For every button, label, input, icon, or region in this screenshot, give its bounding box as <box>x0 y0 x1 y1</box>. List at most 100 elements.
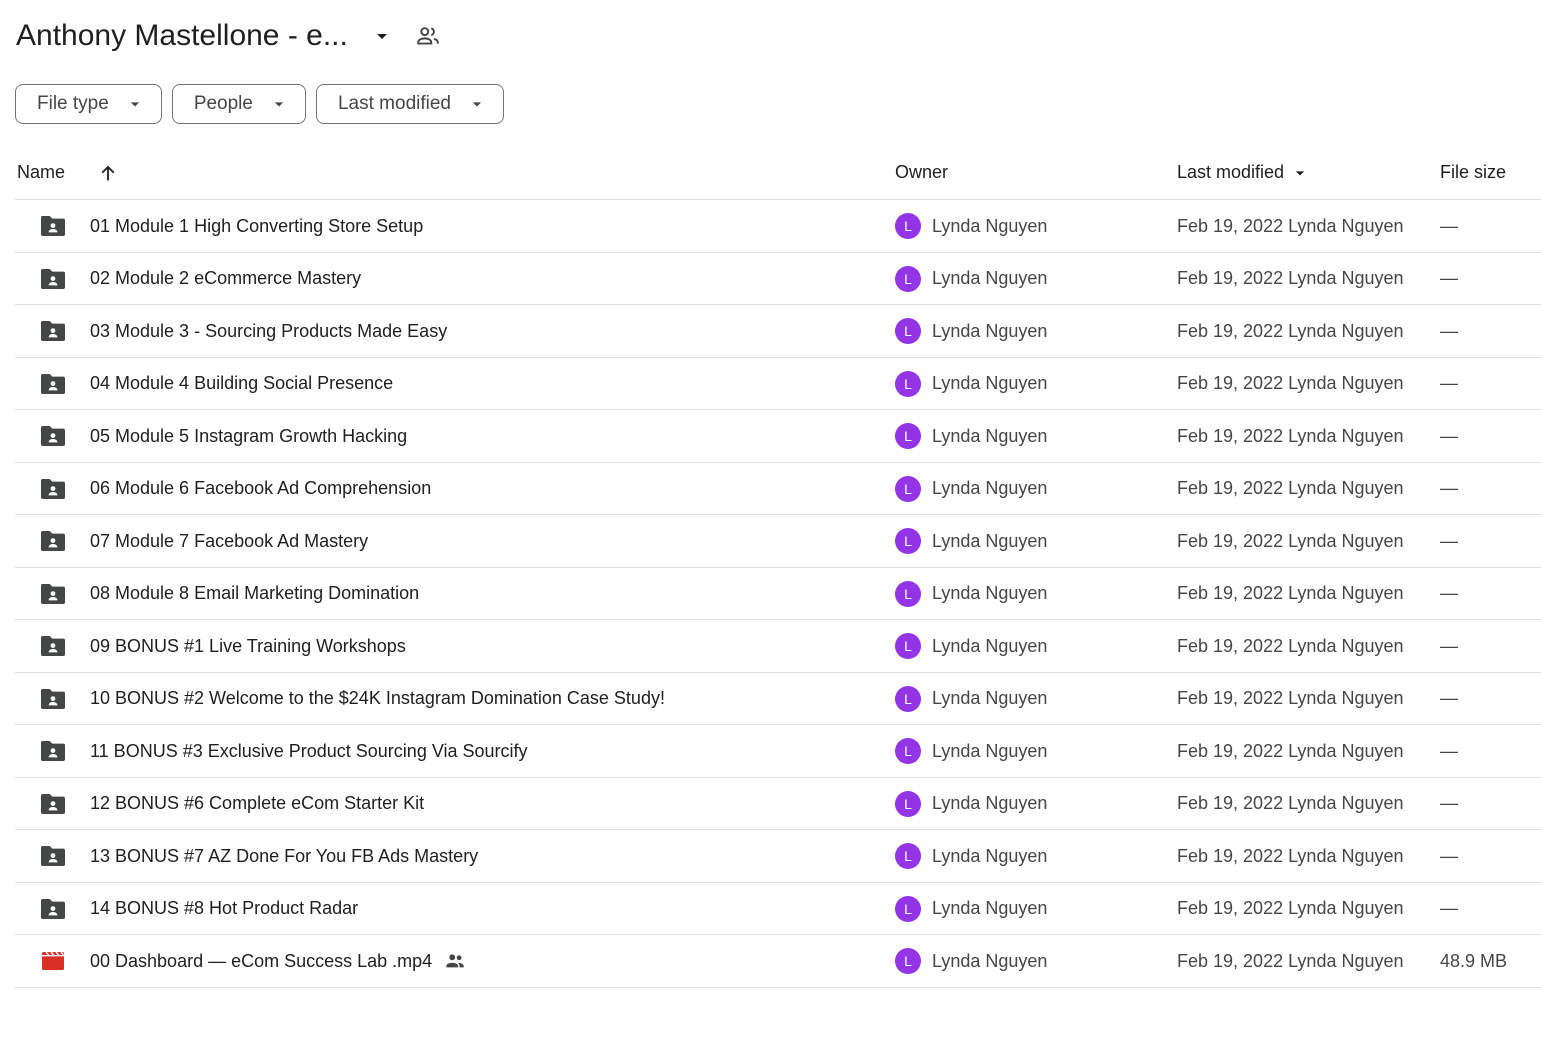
shared-folder-icon <box>39 463 67 515</box>
owner-name: Lynda Nguyen <box>932 845 1048 866</box>
avatar: L <box>895 948 921 974</box>
avatar: L <box>895 633 921 659</box>
avatar: L <box>895 213 921 239</box>
file-name: 12 BONUS #6 Complete eCom Starter Kit <box>90 793 425 813</box>
table-row-7[interactable]: 07 Module 7 Facebook Ad Mastery L Lynda … <box>15 515 1541 568</box>
owner-cell: L Lynda Nguyen <box>895 200 1047 252</box>
file-size-cell: — <box>1440 373 1458 393</box>
file-name: 02 Module 2 eCommerce Mastery <box>90 268 362 288</box>
column-header-last-modified[interactable]: Last modified <box>1177 146 1310 199</box>
avatar: L <box>895 265 921 292</box>
file-name-cell: 09 BONUS #1 Live Training Workshops <box>90 620 406 672</box>
last-modified-cell: Feb 19, 2022 Lynda Nguyen <box>1177 793 1404 813</box>
filter-chips: File type People Last modified <box>15 84 504 124</box>
last-modified-cell: Feb 19, 2022 Lynda Nguyen <box>1177 583 1404 603</box>
people-outline-icon[interactable] <box>414 22 442 50</box>
table-row-6[interactable]: 06 Module 6 Facebook Ad Comprehension L … <box>15 463 1541 515</box>
file-name-cell: 00 Dashboard — eCom Success Lab .mp4 <box>90 935 466 987</box>
last-modified-cell: Feb 19, 2022 Lynda Nguyen <box>1177 740 1404 761</box>
file-name: 13 BONUS #7 AZ Done For You FB Ads Maste… <box>90 845 479 866</box>
file-name-cell: 01 Module 1 High Converting Store Setup <box>90 200 423 252</box>
last-modified-cell: Feb 19, 2022 Lynda Nguyen <box>1177 268 1404 288</box>
arrow-drop-down-icon <box>467 94 487 114</box>
avatar: L <box>895 475 921 502</box>
page-header: Anthony Mastellone - e... <box>16 14 442 58</box>
owner-name: Lynda Nguyen <box>932 320 1048 341</box>
table-row-14[interactable]: 14 BONUS #8 Hot Product Radar L Lynda Ng… <box>15 883 1541 935</box>
owner-name: Lynda Nguyen <box>932 740 1048 761</box>
column-header-name[interactable]: Name <box>17 146 65 199</box>
owner-cell: L Lynda Nguyen <box>895 410 1047 462</box>
file-name: 03 Module 3 - Sourcing Products Made Eas… <box>90 320 448 341</box>
column-header-last-modified-label: Last modified <box>1177 162 1285 182</box>
file-size-cell: — <box>1440 740 1458 761</box>
owner-name: Lynda Nguyen <box>932 635 1048 656</box>
last-modified-cell: Feb 19, 2022 Lynda Nguyen <box>1177 898 1404 918</box>
file-name-cell: 07 Module 7 Facebook Ad Mastery <box>90 515 368 567</box>
file-name-cell: 14 BONUS #8 Hot Product Radar <box>90 883 358 935</box>
file-size-cell: — <box>1440 583 1458 603</box>
avatar: L <box>895 423 921 449</box>
table-row-12[interactable]: 12 BONUS #6 Complete eCom Starter Kit L … <box>15 778 1541 830</box>
avatar: L <box>895 580 921 607</box>
table-row-8[interactable]: 08 Module 8 Email Marketing Domination L… <box>15 568 1541 620</box>
table-row-11[interactable]: 11 BONUS #3 Exclusive Product Sourcing V… <box>15 725 1541 778</box>
arrow-drop-down-icon <box>125 94 145 114</box>
column-header-file-size: File size <box>1440 162 1507 182</box>
owner-cell: L Lynda Nguyen <box>895 883 1047 935</box>
table-row-5[interactable]: 05 Module 5 Instagram Growth Hacking L L… <box>15 410 1541 463</box>
last-modified-cell: Feb 19, 2022 Lynda Nguyen <box>1177 530 1404 551</box>
owner-cell: L Lynda Nguyen <box>895 253 1047 305</box>
owner-cell: L Lynda Nguyen <box>895 515 1047 567</box>
avatar: L <box>895 685 921 712</box>
file-name: 09 BONUS #1 Live Training Workshops <box>90 635 406 656</box>
avatar: L <box>895 895 921 922</box>
last-modified-cell: Feb 19, 2022 Lynda Nguyen <box>1177 215 1404 236</box>
arrow-drop-down-icon <box>269 94 289 114</box>
shared-folder-icon <box>39 778 67 830</box>
shared-folder-icon <box>39 200 67 252</box>
last-modified-filter[interactable]: Last modified <box>315 84 504 124</box>
owner-name: Lynda Nguyen <box>932 268 1048 288</box>
owner-name: Lynda Nguyen <box>932 583 1048 603</box>
owner-cell: L Lynda Nguyen <box>895 935 1047 987</box>
last-modified-cell: Feb 19, 2022 Lynda Nguyen <box>1177 425 1404 446</box>
shared-folder-icon <box>39 410 67 462</box>
table-row-2[interactable]: 02 Module 2 eCommerce Mastery L Lynda Ng… <box>15 253 1541 305</box>
avatar: L <box>895 843 921 869</box>
file-size-cell: — <box>1440 478 1458 498</box>
arrow-drop-down-icon[interactable] <box>370 24 394 48</box>
people-filter[interactable]: People <box>171 84 306 124</box>
table-row-15[interactable]: 00 Dashboard — eCom Success Lab .mp4 L L… <box>15 935 1541 988</box>
shared-folder-icon <box>39 568 67 620</box>
table-header: Name Owner Last modified File size <box>15 146 1541 200</box>
table-row-3[interactable]: 03 Module 3 - Sourcing Products Made Eas… <box>15 305 1541 358</box>
file-size-cell: — <box>1440 530 1458 551</box>
table-row-9[interactable]: 09 BONUS #1 Live Training Workshops L Ly… <box>15 620 1541 673</box>
file-size-cell: — <box>1440 845 1458 866</box>
file-size-cell: — <box>1440 635 1458 656</box>
shared-people-icon <box>444 950 466 972</box>
arrow-upward-icon[interactable] <box>97 146 119 199</box>
owner-name: Lynda Nguyen <box>932 530 1048 551</box>
file-name: 05 Module 5 Instagram Growth Hacking <box>90 425 408 446</box>
last-modified-cell: Feb 19, 2022 Lynda Nguyen <box>1177 688 1404 708</box>
last-modified-cell: Feb 19, 2022 Lynda Nguyen <box>1177 635 1404 656</box>
owner-name: Lynda Nguyen <box>932 898 1048 918</box>
last-modified-cell: Feb 19, 2022 Lynda Nguyen <box>1177 320 1404 341</box>
owner-name: Lynda Nguyen <box>932 688 1048 708</box>
table-row-13[interactable]: 13 BONUS #7 AZ Done For You FB Ads Maste… <box>15 830 1541 883</box>
table-row-4[interactable]: 04 Module 4 Building Social Presence L L… <box>15 358 1541 410</box>
table-row-1[interactable]: 01 Module 1 High Converting Store Setup … <box>15 200 1541 253</box>
table-row-10[interactable]: 10 BONUS #2 Welcome to the $24K Instagra… <box>15 673 1541 725</box>
file-name: 14 BONUS #8 Hot Product Radar <box>90 898 359 918</box>
folder-title[interactable]: Anthony Mastellone - e... <box>16 19 348 53</box>
owner-cell: L Lynda Nguyen <box>895 830 1047 882</box>
owner-cell: L Lynda Nguyen <box>895 778 1047 830</box>
file-list: Name Owner Last modified File size 01 Mo… <box>15 146 1541 988</box>
file-size-cell: — <box>1440 688 1458 708</box>
file-name: 00 Dashboard — eCom Success Lab .mp4 <box>90 950 433 971</box>
video-file-icon <box>39 935 67 987</box>
file-type-filter[interactable]: File type <box>15 84 162 124</box>
file-type-filter-label: File type <box>37 93 109 114</box>
